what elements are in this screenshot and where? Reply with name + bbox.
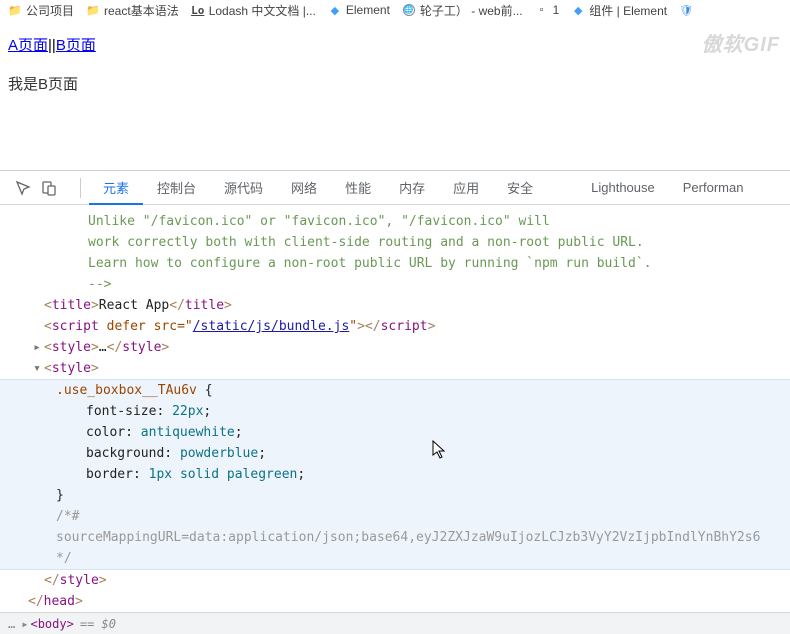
link-b-page[interactable]: B页面 xyxy=(56,37,96,54)
breadcrumb-body[interactable]: <body> xyxy=(30,617,73,631)
breadcrumb-bar[interactable]: … ▸ <body> == $0 xyxy=(0,612,790,634)
tab-lighthouse[interactable]: Lighthouse xyxy=(577,171,669,204)
breadcrumb-arrow-icon: ▸ xyxy=(21,617,28,631)
folder-icon: 📁 xyxy=(8,3,22,17)
bookmark-company[interactable]: 📁 公司项目 xyxy=(8,2,74,19)
bookmarks-bar: 📁 公司项目 📁 react基本语法 Lo Lodash 中文文档 |... ◆… xyxy=(0,0,790,20)
tab-perf2[interactable]: Performan xyxy=(669,171,758,204)
html-comment-line: work correctly both with client-side rou… xyxy=(0,232,790,253)
page-content: A页面||B页面 我是B页面 xyxy=(0,26,790,102)
bookmark-label: 组件 | Element xyxy=(589,2,667,19)
page-icon: ▫ xyxy=(535,3,549,17)
lodash-icon: Lo xyxy=(191,3,205,17)
bookmark-react[interactable]: 📁 react基本语法 xyxy=(86,2,179,19)
bookmark-label: 1 xyxy=(553,3,560,17)
style-content-block: .use_boxbox__TAu6v { font-size: 22px; co… xyxy=(0,379,790,570)
bookmark-element[interactable]: ◆ Element xyxy=(328,3,390,17)
tab-security[interactable]: 安全 xyxy=(493,171,547,204)
device-toggle-icon[interactable] xyxy=(40,179,58,197)
shield-icon: 🛡 xyxy=(679,3,693,17)
tab-memory[interactable]: 内存 xyxy=(385,171,439,204)
html-comment-end: --> xyxy=(0,274,790,295)
tab-performance[interactable]: 性能 xyxy=(331,171,385,204)
breadcrumb-dots[interactable]: … xyxy=(8,617,15,631)
bookmark-label: react基本语法 xyxy=(104,2,179,19)
inspect-icon[interactable] xyxy=(14,179,32,197)
bookmark-wheels[interactable]: 🌐 轮子工） - web前... xyxy=(402,2,523,19)
nav-links: A页面||B页面 xyxy=(8,34,782,55)
bookmark-label: Lodash 中文文档 |... xyxy=(209,2,316,19)
element-icon: ◆ xyxy=(571,3,585,17)
css-selector-line[interactable]: .use_boxbox__TAu6v { xyxy=(0,380,790,401)
divider xyxy=(80,178,81,198)
nav-separator: || xyxy=(48,37,56,54)
bookmark-one[interactable]: ▫ 1 xyxy=(535,3,560,17)
title-tag-line[interactable]: <title>React App</title> xyxy=(0,295,790,316)
element-icon: ◆ xyxy=(328,3,342,17)
tab-elements[interactable]: 元素 xyxy=(89,172,143,205)
devtools-tabbar: 元素 控制台 源代码 网络 性能 内存 应用 安全 Lighthouse Per… xyxy=(0,171,790,205)
style-open-line[interactable]: ▾<style> xyxy=(0,358,790,379)
css-decl-line[interactable]: background: powderblue; xyxy=(0,443,790,464)
bookmark-label: Element xyxy=(346,3,390,17)
bookmark-label: 公司项目 xyxy=(26,2,74,19)
css-comment-line: */ xyxy=(0,548,790,569)
expand-arrow-icon[interactable]: ▸ xyxy=(32,337,42,358)
bookmark-lodash[interactable]: Lo Lodash 中文文档 |... xyxy=(191,2,316,19)
css-decl-line[interactable]: font-size: 22px; xyxy=(0,401,790,422)
style-close-line[interactable]: </style> xyxy=(0,570,790,591)
watermark: 傲软GIF xyxy=(702,28,780,57)
bookmark-element-comp[interactable]: ◆ 组件 | Element xyxy=(571,2,667,19)
globe-icon: 🌐 xyxy=(402,3,416,17)
style-collapsed-line[interactable]: ▸<style>…</style> xyxy=(0,337,790,358)
tab-application[interactable]: 应用 xyxy=(439,171,493,204)
head-close-line[interactable]: </head> xyxy=(0,591,790,612)
elements-tree[interactable]: Unlike "/favicon.ico" or "favicon.ico", … xyxy=(0,205,790,612)
bookmark-shield[interactable]: 🛡 xyxy=(679,3,693,17)
css-comment-line: /*# xyxy=(0,506,790,527)
tab-network[interactable]: 网络 xyxy=(277,171,331,204)
css-comment-line: sourceMappingURL=data:application/json;b… xyxy=(0,527,790,548)
script-tag-line[interactable]: <script defer src="/static/js/bundle.js"… xyxy=(0,316,790,337)
css-close-brace[interactable]: } xyxy=(0,485,790,506)
tab-sources[interactable]: 源代码 xyxy=(210,171,277,204)
devtools-panel: 元素 控制台 源代码 网络 性能 内存 应用 安全 Lighthouse Per… xyxy=(0,170,790,634)
css-decl-line[interactable]: color: antiquewhite; xyxy=(0,422,790,443)
collapse-arrow-icon[interactable]: ▾ xyxy=(32,358,42,379)
link-a-page[interactable]: A页面 xyxy=(8,37,48,54)
tab-console[interactable]: 控制台 xyxy=(143,171,210,204)
css-decl-line[interactable]: border: 1px solid palegreen; xyxy=(0,464,790,485)
folder-icon: 📁 xyxy=(86,3,100,17)
page-body-text: 我是B页面 xyxy=(8,73,782,94)
bookmark-label: 轮子工） - web前... xyxy=(420,2,523,19)
breadcrumb-selected: == $0 xyxy=(80,617,116,631)
html-comment-line: Learn how to configure a non-root public… xyxy=(0,253,790,274)
html-comment-line: Unlike "/favicon.ico" or "favicon.ico", … xyxy=(0,211,790,232)
bundle-link[interactable]: /static/js/bundle.js xyxy=(193,319,350,334)
